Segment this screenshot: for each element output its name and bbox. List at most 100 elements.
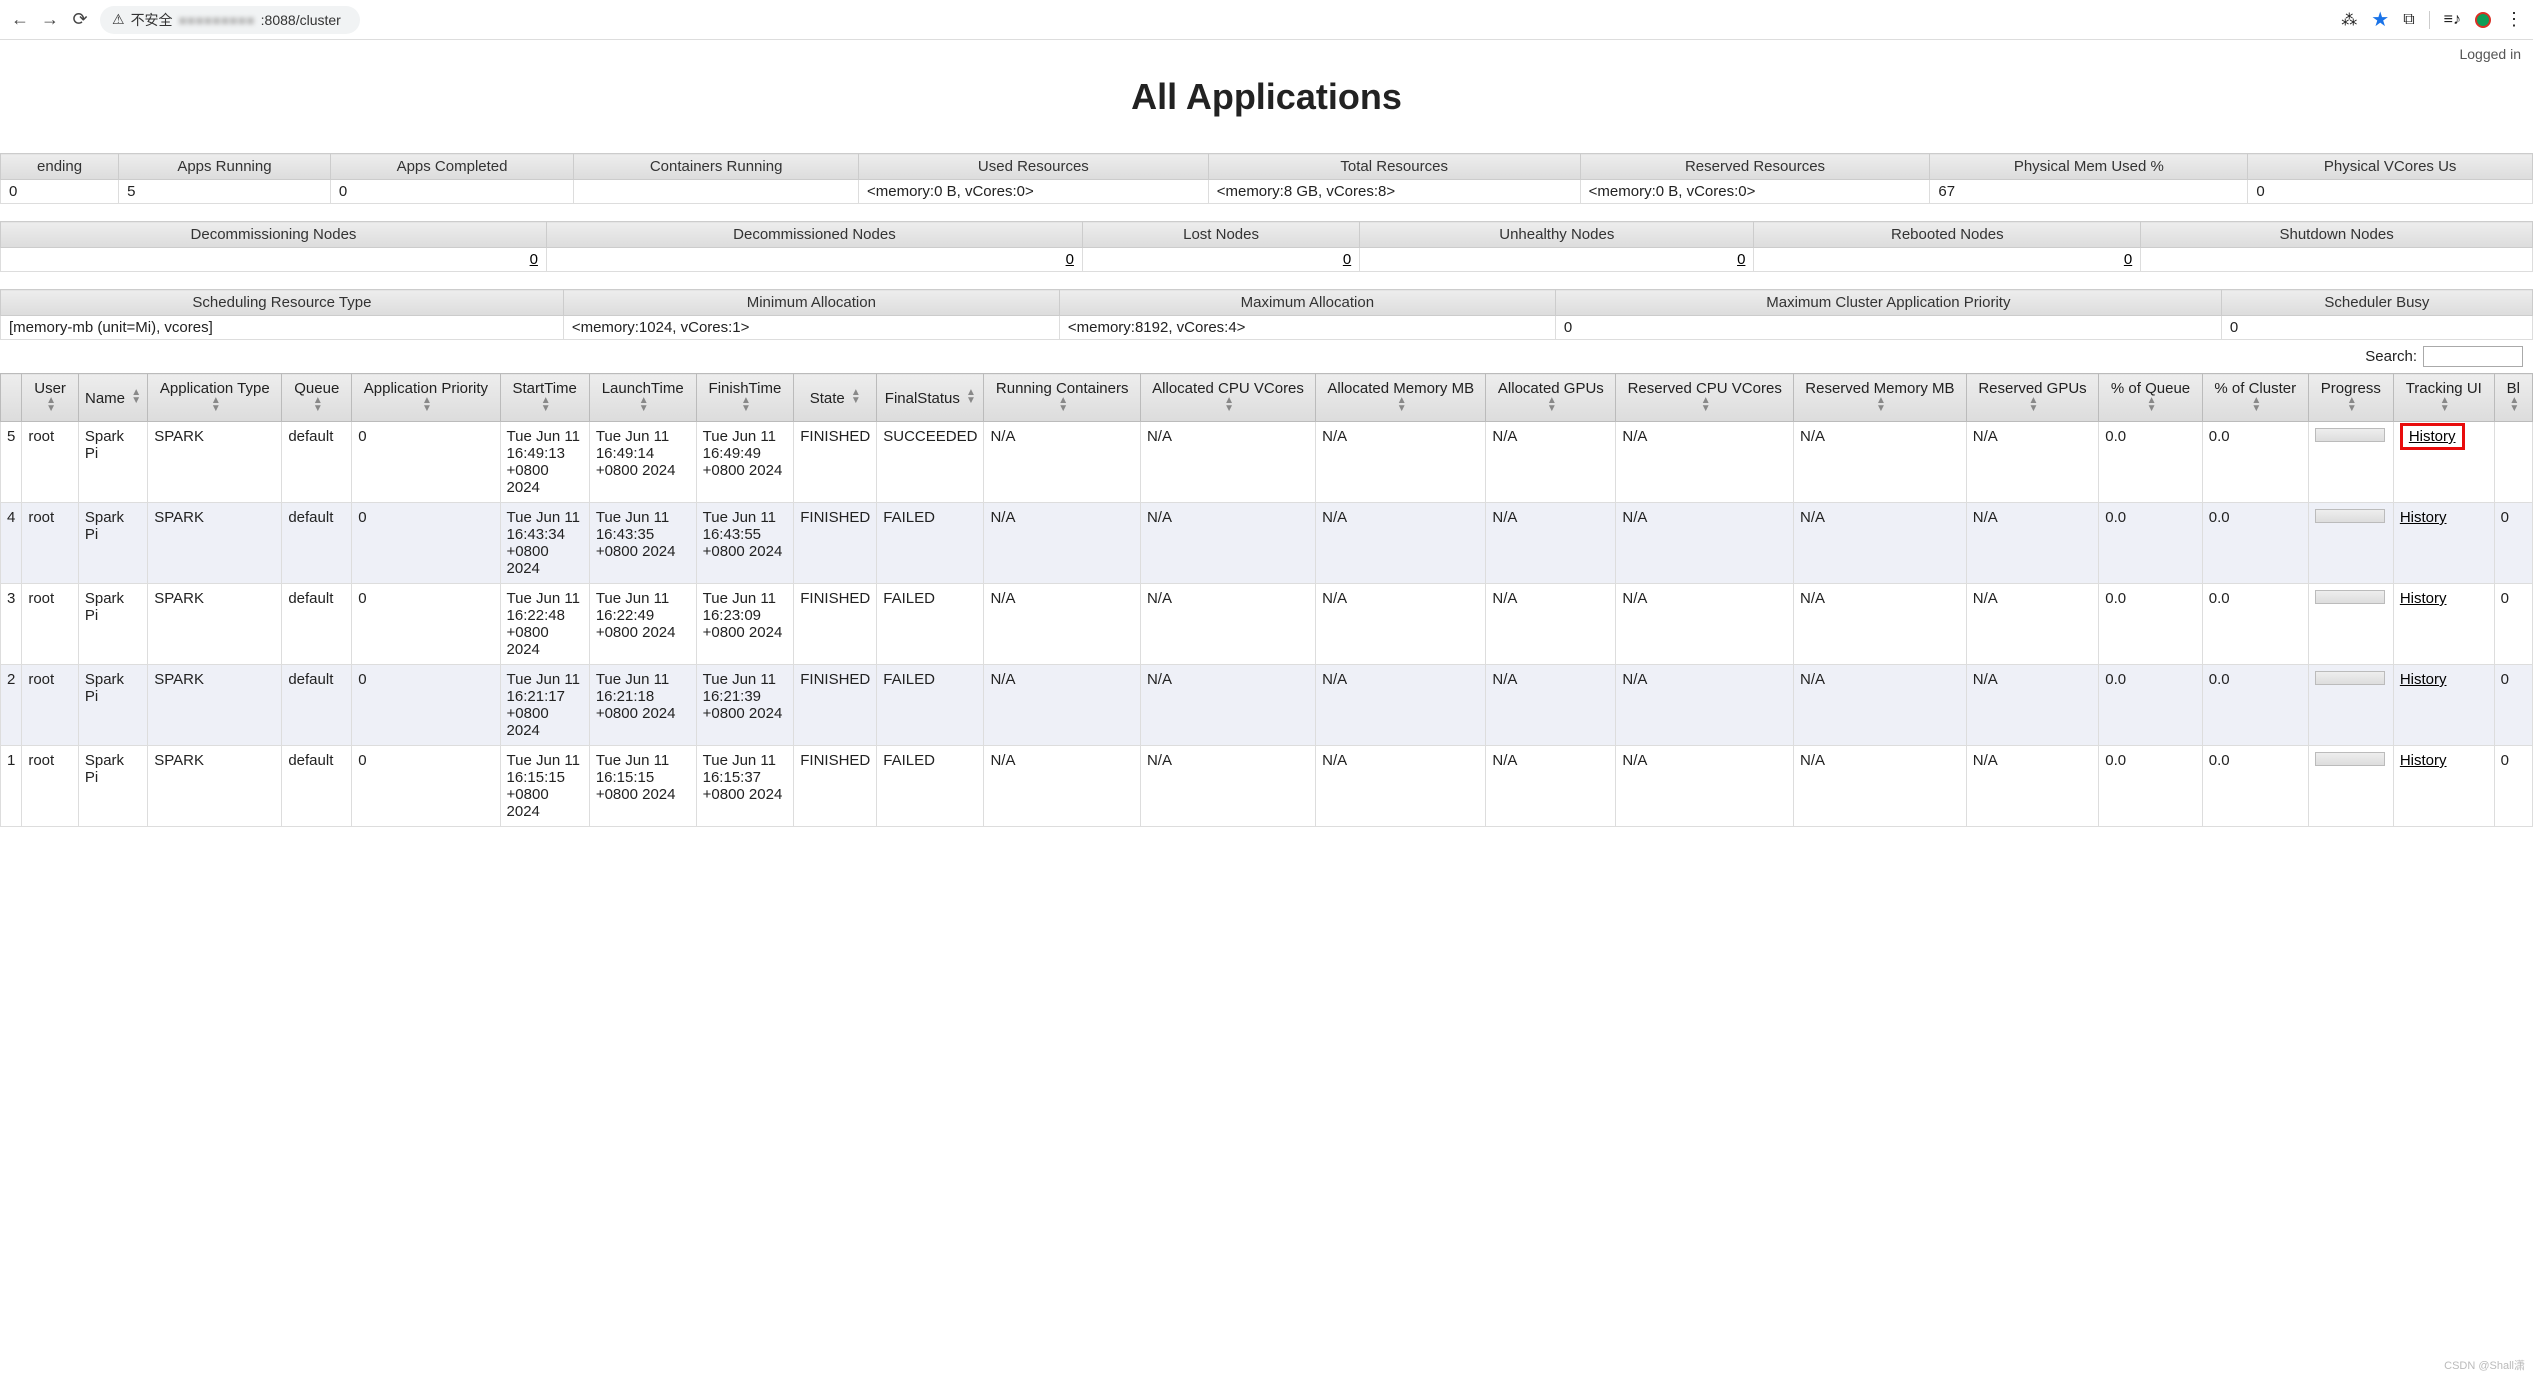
metrics-header: Physical Mem Used % [1930, 154, 2248, 180]
metrics-value: <memory:1024, vCores:1> [563, 316, 1059, 340]
cell-state: FINISHED [794, 665, 877, 746]
apps-column-header[interactable]: Progress ▲▼ [2308, 374, 2393, 422]
cell-agpu: N/A [1486, 422, 1616, 503]
cell-rmem: N/A [1794, 746, 1967, 827]
metrics-header: Reserved Resources [1580, 154, 1930, 180]
apps-column-header[interactable]: Tracking UI ▲▼ [2393, 374, 2494, 422]
cell-start: Tue Jun 11 16:49:13 +0800 2024 [500, 422, 589, 503]
cell-state: FINISHED [794, 503, 877, 584]
apps-column-header[interactable]: Bl ▲▼ [2494, 374, 2532, 422]
metrics-link[interactable]: 0 [1343, 251, 1351, 268]
sort-icon: ▲▼ [966, 389, 976, 405]
cell-user: root [22, 422, 79, 503]
cell-amem: N/A [1316, 584, 1486, 665]
search-input[interactable] [2423, 346, 2523, 367]
metrics-link[interactable]: 0 [1737, 251, 1745, 268]
apps-column-header[interactable]: StartTime ▲▼ [500, 374, 589, 422]
cell-amem: N/A [1316, 422, 1486, 503]
apps-column-header[interactable]: User ▲▼ [22, 374, 79, 422]
cell-launch: Tue Jun 11 16:22:49 +0800 2024 [589, 584, 696, 665]
cell-final: SUCCEEDED [877, 422, 984, 503]
cell-pc: 0.0 [2202, 503, 2308, 584]
cell-state: FINISHED [794, 746, 877, 827]
cell-priority: 0 [352, 665, 500, 746]
apps-column-header[interactable]: % of Queue ▲▼ [2099, 374, 2203, 422]
metrics-header: Decommissioning Nodes [1, 222, 547, 248]
cell-rc: N/A [984, 584, 1141, 665]
cell-rcpu: N/A [1616, 746, 1794, 827]
apps-column-header[interactable]: Name ▲▼ [78, 374, 147, 422]
apps-column-header[interactable]: Allocated Memory MB ▲▼ [1316, 374, 1486, 422]
extensions-icon[interactable]: ⧉ [2403, 11, 2414, 29]
apps-column-header[interactable]: Allocated CPU VCores ▲▼ [1140, 374, 1315, 422]
cell-tracking: History [2393, 422, 2494, 503]
apps-column-header[interactable]: FinalStatus ▲▼ [877, 374, 984, 422]
cell-apptype: SPARK [148, 503, 282, 584]
cell-user: root [22, 503, 79, 584]
apps-column-header[interactable]: Allocated GPUs ▲▼ [1486, 374, 1616, 422]
forward-icon[interactable]: → [40, 9, 60, 30]
address-bar[interactable]: ⚠ 不安全 ■■■■■■■■■ :8088/cluster [100, 6, 360, 34]
cell-amem: N/A [1316, 665, 1486, 746]
apps-column-header[interactable]: Running Containers ▲▼ [984, 374, 1141, 422]
apps-column-header[interactable]: FinishTime ▲▼ [696, 374, 794, 422]
cell-priority: 0 [352, 422, 500, 503]
cell-acpu: N/A [1140, 746, 1315, 827]
apps-column-header[interactable]: Application Type ▲▼ [148, 374, 282, 422]
sort-icon: ▲▼ [422, 397, 432, 413]
cell-acpu: N/A [1140, 665, 1315, 746]
apps-column-header[interactable]: LaunchTime ▲▼ [589, 374, 696, 422]
progress-bar [2315, 752, 2385, 766]
apps-column-header[interactable]: Reserved Memory MB ▲▼ [1794, 374, 1967, 422]
cell-final: FAILED [877, 503, 984, 584]
cell-start: Tue Jun 11 16:22:48 +0800 2024 [500, 584, 589, 665]
cell-state: FINISHED [794, 422, 877, 503]
tracking-ui-link[interactable]: History [2409, 428, 2456, 445]
sort-icon: ▲▼ [2347, 397, 2357, 413]
tracking-ui-link[interactable]: History [2400, 509, 2447, 526]
bookmark-star-icon[interactable]: ★ [2371, 7, 2389, 32]
translate-icon[interactable]: ⁂ [2341, 10, 2357, 30]
cell-finish: Tue Jun 11 16:15:37 +0800 2024 [696, 746, 794, 827]
apps-column-header[interactable] [1, 374, 22, 422]
cell-rcpu: N/A [1616, 584, 1794, 665]
tracking-ui-link[interactable]: History [2400, 671, 2447, 688]
menu-icon[interactable]: ⋮ [2505, 9, 2523, 30]
reload-icon[interactable]: ⟳ [70, 9, 90, 30]
cell-apptype: SPARK [148, 665, 282, 746]
cell-final: FAILED [877, 584, 984, 665]
profile-avatar-icon[interactable] [2475, 12, 2491, 28]
apps-column-header[interactable]: Application Priority ▲▼ [352, 374, 500, 422]
highlight-box: History [2400, 423, 2465, 450]
table-row: 5rootSpark PiSPARKdefault0Tue Jun 11 16:… [1, 422, 2533, 503]
back-icon[interactable]: ← [10, 9, 30, 30]
apps-column-header[interactable]: Reserved CPU VCores ▲▼ [1616, 374, 1794, 422]
playlist-icon[interactable]: ≡♪ [2444, 11, 2461, 29]
apps-column-header[interactable]: State ▲▼ [794, 374, 877, 422]
metrics-link[interactable]: 0 [530, 251, 538, 268]
metrics-link[interactable]: 0 [1066, 251, 1074, 268]
cell-progress [2308, 422, 2393, 503]
metrics-value: [memory-mb (unit=Mi), vcores] [1, 316, 564, 340]
cell-bl: 0 [2494, 665, 2532, 746]
apps-column-header[interactable]: % of Cluster ▲▼ [2202, 374, 2308, 422]
tracking-ui-link[interactable]: History [2400, 590, 2447, 607]
cell-idx: 5 [1, 422, 22, 503]
table-row: 4rootSpark PiSPARKdefault0Tue Jun 11 16:… [1, 503, 2533, 584]
apps-column-header[interactable]: Reserved GPUs ▲▼ [1966, 374, 2099, 422]
cell-name: Spark Pi [78, 422, 147, 503]
cell-finish: Tue Jun 11 16:49:49 +0800 2024 [696, 422, 794, 503]
metrics-value: <memory:8192, vCores:4> [1059, 316, 1555, 340]
cell-apptype: SPARK [148, 422, 282, 503]
cell-rmem: N/A [1794, 665, 1967, 746]
sort-icon: ▲▼ [2509, 397, 2519, 413]
tracking-ui-link[interactable]: History [2400, 752, 2447, 769]
metrics-link[interactable]: 0 [2124, 251, 2132, 268]
cell-name: Spark Pi [78, 746, 147, 827]
apps-column-header[interactable]: Queue ▲▼ [282, 374, 352, 422]
cell-rc: N/A [984, 746, 1141, 827]
cell-rcpu: N/A [1616, 503, 1794, 584]
cell-name: Spark Pi [78, 665, 147, 746]
insecure-label: 不安全 [131, 10, 173, 30]
metrics-value: 0 [546, 248, 1082, 272]
